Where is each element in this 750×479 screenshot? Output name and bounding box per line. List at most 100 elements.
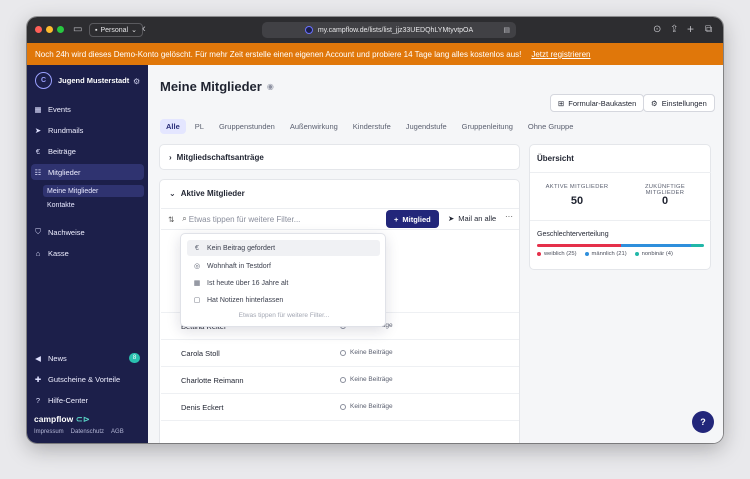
sidebar-toggle-icon[interactable]: ▭ (73, 25, 82, 35)
form-builder-button[interactable]: ⊞ Formular-Baukasten (550, 94, 645, 112)
org-switcher[interactable]: C Jugend Musterstadt (35, 72, 129, 89)
campflow-logo: campflow ⊂⊳ (34, 414, 90, 425)
tab-ohne-gruppe[interactable]: Ohne Gruppe (522, 119, 579, 134)
browser-toolbar: ▭ ▪ Personal ⌄ ‹ my.campflow.de/lists/li… (27, 17, 723, 43)
sidebar-item-label: Nachweise (48, 227, 85, 237)
sidebar-item-mitglieder[interactable]: ☷ Mitglieder (31, 164, 144, 180)
applications-card[interactable]: › Mitgliedschaftsanträge (159, 144, 520, 170)
legend-dot-icon (634, 252, 639, 256)
sidebar-subitem-meine-mitglieder[interactable]: Meine Mitglieder (43, 185, 144, 197)
sidebar-item-beitraege[interactable]: € Beiträge (27, 143, 148, 159)
sidebar-subitem-kontakte[interactable]: Kontakte (47, 199, 75, 211)
download-icon[interactable]: ⊙ (653, 25, 661, 35)
euro-icon: € (195, 244, 199, 252)
back-icon[interactable]: ‹ (142, 24, 146, 35)
chat-help-button[interactable]: ? (692, 411, 714, 433)
sidebar-item-rundmails[interactable]: ➤ Rundmails (27, 122, 148, 138)
news-count-badge: 8 (129, 353, 140, 363)
active-members-header[interactable]: ⌄ Aktive Mitglieder (169, 189, 245, 198)
chevron-down-icon: ⌄ (169, 189, 176, 198)
org-logo-icon: C (35, 72, 52, 89)
person-icon: ▪ (95, 26, 98, 34)
contribution-status: Keine Beiträge (340, 376, 393, 383)
tab-jugendstufe[interactable]: Jugendstufe (400, 119, 453, 134)
sidebar-item-hilfe-center[interactable]: ? Hilfe-Center (27, 392, 148, 408)
table-row[interactable] (161, 420, 519, 443)
active-members-title: Aktive Mitglieder (180, 189, 245, 198)
settings-label: Einstellungen (661, 98, 707, 108)
eye-icon[interactable]: ◉ (267, 82, 274, 91)
send-icon: ➤ (448, 214, 455, 223)
sidebar-item-kasse[interactable]: ⌂ Kasse (27, 245, 148, 261)
profile-selector[interactable]: ▪ Personal ⌄ (89, 23, 143, 37)
filter-option-notes[interactable]: ▢ Hat Notizen hinterlassen (187, 292, 380, 308)
group-tabs: Alle PL Gruppenstunden Außenwirkung Kind… (160, 119, 579, 134)
register-link[interactable]: Jetzt registrieren (531, 50, 590, 59)
close-window-button[interactable] (35, 26, 42, 33)
shield-icon: ⛉ (35, 227, 41, 236)
settings-button[interactable]: ⚙ Einstellungen (643, 94, 715, 112)
table-row[interactable]: Denis Eckert Keine Beiträge (161, 393, 519, 420)
sidebar-item-news[interactable]: ◀ News 8 (27, 350, 148, 366)
address-bar[interactable]: my.campflow.de/lists/list_jjz33UEDQhLYMt… (262, 22, 516, 38)
main-content: Meine Mitglieder ◉ ⊞ Formular-Baukasten … (148, 65, 723, 443)
tab-kinderstufe[interactable]: Kinderstufe (347, 119, 397, 134)
sort-icon[interactable]: ⇅ (168, 215, 174, 224)
form-builder-label: Formular-Baukasten (568, 98, 637, 108)
add-member-button[interactable]: + Mitglied (386, 210, 439, 228)
tab-gruppenstunden[interactable]: Gruppenstunden (213, 119, 281, 134)
sidebar-item-events[interactable]: ▦ Events (27, 101, 148, 117)
agb-link[interactable]: AGB (111, 429, 124, 435)
chevron-right-icon: › (169, 153, 172, 162)
add-member-label: Mitglied (402, 214, 431, 224)
filter-option-no-fee[interactable]: € Kein Beitrag gefordert (187, 240, 380, 256)
zoom-window-button[interactable] (57, 26, 64, 33)
megaphone-icon: ◀ (35, 353, 41, 363)
sidebar-item-nachweise[interactable]: ⛉ Nachweise (27, 224, 148, 240)
url-text: my.campflow.de/lists/list_jjz33UEDQhLYMt… (317, 26, 474, 34)
sidebar-item-label: Events (48, 104, 71, 114)
filter-option-age[interactable]: ▦ Ist heute über 16 Jahre alt (187, 275, 380, 291)
impressum-link[interactable]: Impressum (34, 429, 64, 435)
filter-search-input[interactable] (186, 214, 367, 224)
contribution-status: Keine Beiträge (340, 403, 393, 410)
gender-legend-item: männlich (21) (584, 251, 627, 257)
bank-icon: ⌂ (35, 248, 41, 258)
gear-icon: ⚙ (651, 98, 658, 108)
share-icon[interactable]: ⇪ (670, 25, 678, 35)
profile-name: Personal (100, 26, 129, 34)
filter-option-residence[interactable]: ◎ Wohnhaft in Testdorf (187, 258, 380, 274)
location-pin-icon: ◎ (193, 263, 201, 270)
mail-all-button[interactable]: ➤ Mail an alle (448, 214, 496, 223)
sidebar-subitem-label: Kontakte (47, 201, 75, 209)
more-options-icon[interactable]: ··· (505, 212, 513, 221)
new-tab-icon[interactable]: + (687, 23, 694, 35)
gear-icon[interactable]: ⚙ (133, 77, 140, 86)
tab-pl[interactable]: PL (189, 119, 210, 134)
filter-option-label: Hat Notizen hinterlassen (207, 296, 284, 304)
euro-icon: € (35, 146, 41, 156)
table-row[interactable]: Carola Stoll Keine Beiträge (161, 339, 519, 366)
sidebar-item-label: Mitglieder (48, 167, 81, 177)
tabs-overview-icon[interactable]: ⧉ (705, 25, 712, 35)
minimize-window-button[interactable] (46, 26, 53, 33)
reader-icon[interactable]: ▤ (503, 26, 510, 34)
sidebar-item-label: Gutscheine & Vorteile (48, 374, 121, 384)
gender-bar-segment (620, 244, 691, 247)
banner-text: Noch 24h wird dieses Demo-Konto gelöscht… (35, 49, 522, 59)
member-name: Charlotte Reimann (181, 376, 244, 385)
legend-dot-icon (584, 252, 589, 256)
filter-option-label: Wohnhaft in Testdorf (207, 262, 271, 270)
gender-legend-label: männlich (21) (591, 251, 627, 257)
datenschutz-link[interactable]: Datenschutz (71, 429, 104, 435)
users-icon: ☷ (34, 167, 42, 177)
future-members-count: 0 (661, 195, 669, 207)
tab-gruppenleitung[interactable]: Gruppenleitung (456, 119, 519, 134)
tab-alle[interactable]: Alle (160, 119, 186, 134)
table-row[interactable]: Charlotte Reimann Keine Beiträge (161, 366, 519, 393)
sidebar-item-gutscheine[interactable]: ✚ Gutscheine & Vorteile (27, 371, 148, 387)
org-name: Jugend Musterstadt (58, 76, 130, 85)
grid-icon: ⊞ (558, 98, 565, 108)
tab-aussenwirkung[interactable]: Außenwirkung (284, 119, 344, 134)
status-text: Keine Beiträge (350, 349, 393, 356)
